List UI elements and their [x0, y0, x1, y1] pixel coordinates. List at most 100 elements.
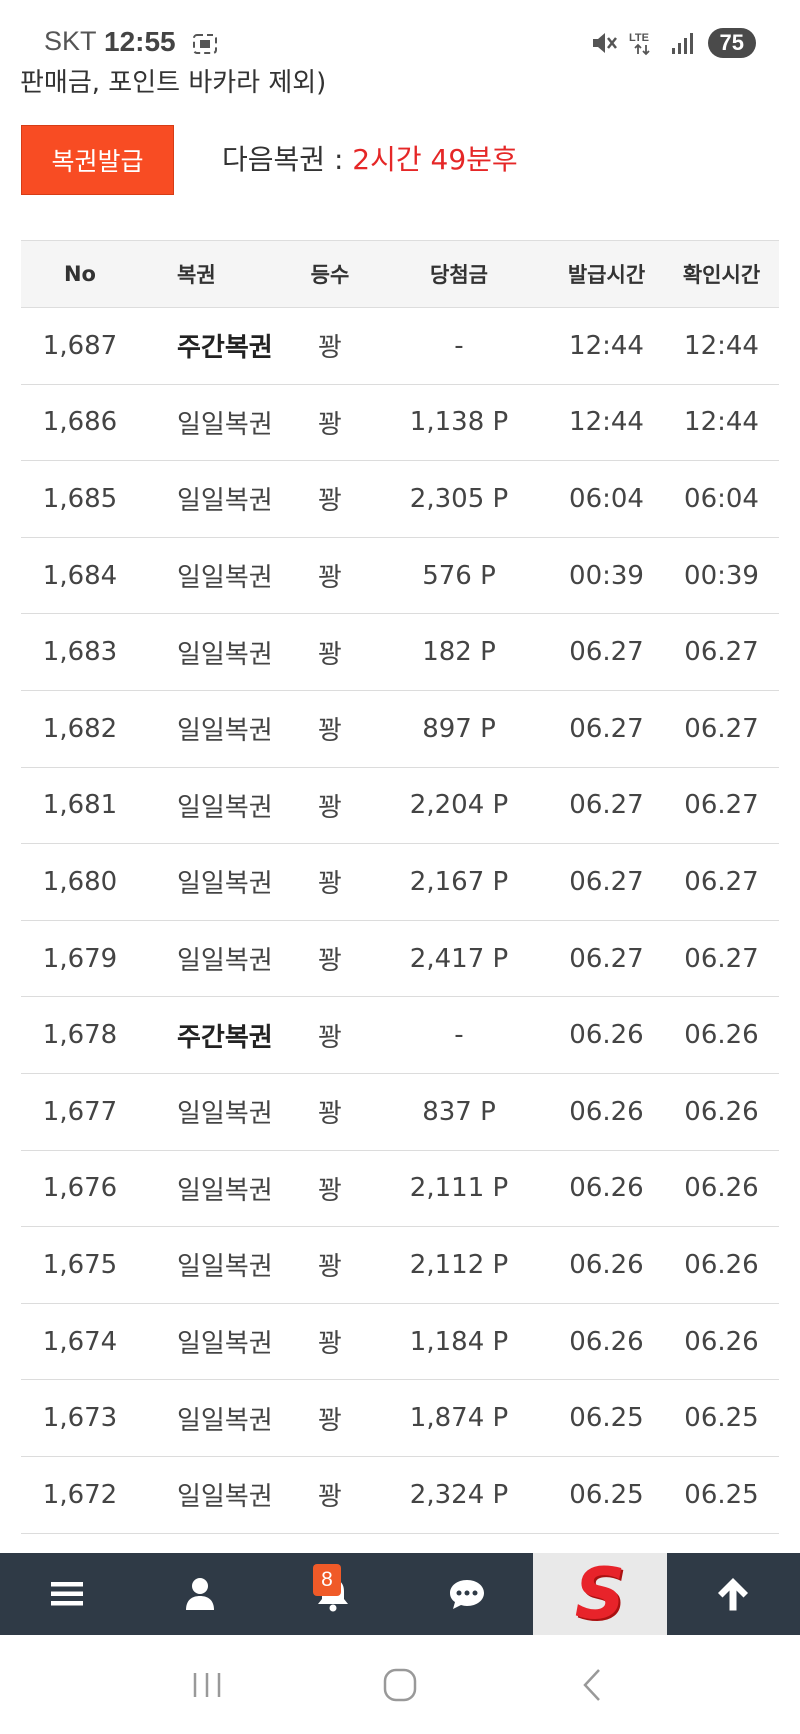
cell-no: 1,683 [21, 613, 139, 691]
cell-no: 1,681 [21, 767, 139, 845]
cell-no: 1,673 [21, 1379, 139, 1457]
cell-checked: 06.26 [664, 1226, 779, 1304]
cell-issued: 06.26 [549, 996, 664, 1074]
cell-type: 일일복권 [139, 1073, 291, 1151]
cell-type: 일일복권 [139, 613, 291, 691]
cell-checked: 06.25 [664, 1456, 779, 1534]
site-logo: S [574, 1553, 626, 1635]
cell-checked: 12:44 [664, 384, 779, 462]
cell-type: 일일복권 [139, 767, 291, 845]
cell-amount: 2,324 P [369, 1456, 549, 1534]
chat-button[interactable] [400, 1553, 533, 1635]
carrier-label: SKT [44, 26, 97, 56]
header-amount: 당첨금 [369, 240, 549, 308]
lte-icon: LTE [629, 32, 650, 56]
cell-issued: 06:04 [549, 460, 664, 538]
cell-checked: 06:04 [664, 460, 779, 538]
signal-icon [671, 33, 693, 54]
cell-amount: 576 P [369, 537, 549, 615]
cell-type: 일일복권 [139, 843, 291, 921]
next-lotto-info: 다음복권 : 2시간 49분후 [222, 138, 518, 178]
table-row: 1,673 일일복권 꽝 1,874 P 06.25 06.25 [21, 1379, 779, 1457]
cell-issued: 06.25 [549, 1456, 664, 1534]
header-checked: 확인시간 [664, 240, 779, 308]
notification-badge: 8 [313, 1564, 341, 1596]
cell-no: 1,682 [21, 690, 139, 768]
cell-type: 일일복권 [139, 1150, 291, 1228]
cell-amount: 2,204 P [369, 767, 549, 845]
cell-amount: 837 P [369, 1073, 549, 1151]
table-row: 1,674 일일복권 꽝 1,184 P 06.26 06.26 [21, 1303, 779, 1381]
cell-checked: 06.27 [664, 767, 779, 845]
clock: 12:55 [104, 26, 176, 57]
cell-amount: 2,112 P [369, 1226, 549, 1304]
cell-checked: 00:39 [664, 537, 779, 615]
recents-button[interactable] [177, 1660, 237, 1710]
cell-rank: 꽝 [291, 1379, 369, 1457]
table-row: 1,679 일일복권 꽝 2,417 P 06.27 06.27 [21, 920, 779, 998]
status-bar: SKT 12:55 LTE 75 [0, 0, 800, 64]
home-icon [383, 1668, 417, 1701]
cell-amount: 1,184 P [369, 1303, 549, 1381]
cell-rank: 꽝 [291, 613, 369, 691]
cell-rank: 꽝 [291, 460, 369, 538]
menu-button[interactable] [0, 1553, 133, 1635]
cell-issued: 06.27 [549, 920, 664, 998]
cell-rank: 꽝 [291, 920, 369, 998]
cell-issued: 06.25 [549, 1379, 664, 1457]
header-issued: 발급시간 [549, 240, 664, 308]
cell-no: 1,686 [21, 384, 139, 462]
cell-issued: 06.27 [549, 690, 664, 768]
cell-type: 주간복권 [139, 307, 291, 385]
cell-no: 1,675 [21, 1226, 139, 1304]
table-row: 1,687 주간복권 꽝 -12:44 12:44 [21, 307, 779, 385]
cell-no: 1,687 [21, 307, 139, 385]
cell-rank: 꽝 [291, 1150, 369, 1228]
cell-type: 일일복권 [139, 690, 291, 768]
home-button[interactable] [370, 1660, 430, 1710]
cell-rank: 꽝 [291, 1226, 369, 1304]
cell-issued: 06.27 [549, 843, 664, 921]
cell-no: 1,677 [21, 1073, 139, 1151]
cell-rank: 꽝 [291, 307, 369, 385]
profile-button[interactable] [133, 1553, 266, 1635]
cell-amount: - [369, 996, 549, 1074]
cell-amount: 1,874 P [369, 1379, 549, 1457]
table-row: 1,680 일일복권 꽝 2,167 P 06.27 06.27 [21, 843, 779, 921]
chat-icon [449, 1580, 484, 1609]
cell-no: 1,679 [21, 920, 139, 998]
cell-type: 주간복권 [139, 996, 291, 1074]
cell-checked: 06.27 [664, 613, 779, 691]
cell-checked: 12:44 [664, 307, 779, 385]
cell-no: 1,684 [21, 537, 139, 615]
cell-issued: 12:44 [549, 307, 664, 385]
next-lotto-label: 다음복권 : [222, 143, 353, 176]
lotto-history-table: No 복권 등수 당첨금 발급시간 확인시간 1,687 주간복권 꽝 -12:44 1… [21, 240, 779, 1534]
cell-no: 1,676 [21, 1150, 139, 1228]
mute-icon [592, 33, 617, 53]
cell-no: 1,685 [21, 460, 139, 538]
cell-rank: 꽝 [291, 996, 369, 1074]
header-no: No [21, 240, 139, 308]
home-logo-button[interactable]: S [533, 1553, 667, 1635]
issue-lotto-button[interactable]: 복권발급 [21, 125, 174, 195]
svg-text:LTE: LTE [629, 32, 649, 44]
back-button[interactable] [563, 1660, 623, 1710]
notice-text: 판매금, 포인트 바카라 제외) [20, 68, 327, 98]
recents-icon [193, 1672, 220, 1697]
menu-icon [50, 1582, 83, 1606]
table-row: 1,676 일일복권 꽝 2,111 P 06.26 06.26 [21, 1150, 779, 1228]
cell-issued: 00:39 [549, 537, 664, 615]
cell-amount: 2,167 P [369, 843, 549, 921]
cell-type: 일일복권 [139, 1226, 291, 1304]
cell-amount: 2,111 P [369, 1150, 549, 1228]
user-icon [185, 1578, 214, 1610]
cell-amount: 2,305 P [369, 460, 549, 538]
cell-checked: 06.27 [664, 690, 779, 768]
cell-type: 일일복권 [139, 1456, 291, 1534]
cell-checked: 06.25 [664, 1379, 779, 1457]
scroll-top-button[interactable] [667, 1553, 800, 1635]
cell-amount: - [369, 307, 549, 385]
cell-rank: 꽝 [291, 1456, 369, 1534]
cell-no: 1,672 [21, 1456, 139, 1534]
